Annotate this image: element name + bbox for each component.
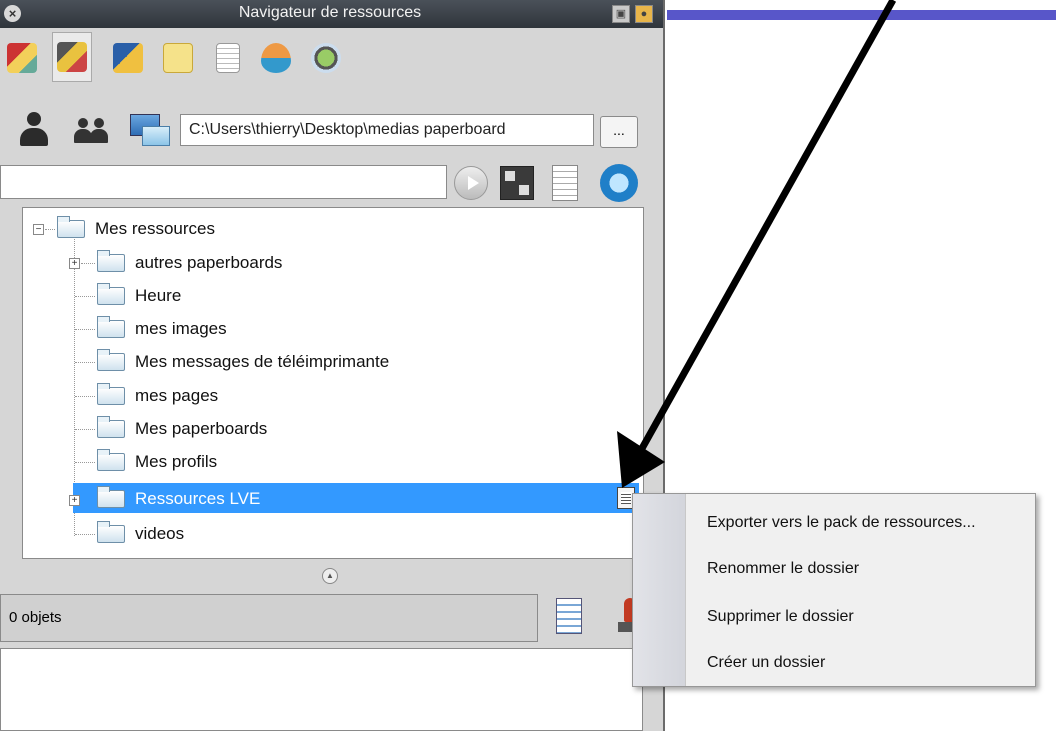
screenshot-canvas: × Navigateur de ressources ▣ ● C:\Users\… bbox=[0, 0, 1056, 731]
arrow-head bbox=[617, 431, 665, 488]
annotation-arrow bbox=[617, 0, 897, 488]
arrow-shaft bbox=[636, 0, 897, 454]
